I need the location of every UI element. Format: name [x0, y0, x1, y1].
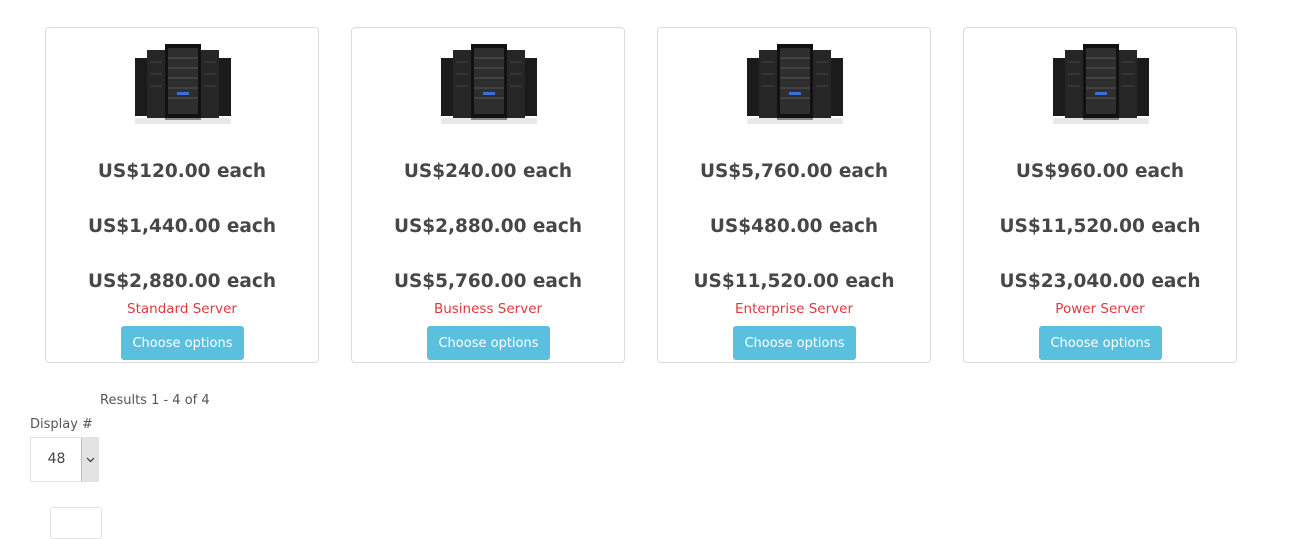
product-name-link[interactable]: Power Server [964, 301, 1236, 317]
product-name-link[interactable]: Enterprise Server [658, 301, 930, 317]
choose-options-button[interactable]: Choose options [733, 326, 856, 360]
product-name-link[interactable]: Standard Server [46, 301, 318, 317]
price-tier-1: US$240.00 each [403, 161, 573, 182]
product-card: US$120.00 each US$1,440.00 each US$2,880… [45, 27, 319, 363]
server-rack-icon[interactable] [439, 42, 539, 126]
product-name-link[interactable]: Business Server [352, 301, 624, 317]
choose-options-button[interactable]: Choose options [121, 326, 244, 360]
display-count-label: Display # [30, 417, 93, 432]
price-tier-2: US$2,880.00 each [393, 216, 583, 237]
display-count-value: 48 [47, 451, 66, 467]
price-tier-1: US$960.00 each [1015, 161, 1185, 182]
price-tier-3: US$2,880.00 each [87, 271, 277, 292]
price-tier-2: US$480.00 each [709, 216, 879, 237]
display-count-select[interactable]: 48 [30, 437, 99, 482]
results-count: Results 1 - 4 of 4 [100, 393, 210, 408]
pagination-box[interactable] [50, 507, 102, 539]
product-card: US$240.00 each US$2,880.00 each US$5,760… [351, 27, 625, 363]
choose-options-button[interactable]: Choose options [427, 326, 550, 360]
product-card: US$960.00 each US$11,520.00 each US$23,0… [963, 27, 1237, 363]
server-rack-icon[interactable] [1051, 42, 1151, 126]
product-card: US$5,760.00 each US$480.00 each US$11,52… [657, 27, 931, 363]
price-tier-1: US$5,760.00 each [699, 161, 889, 182]
server-rack-icon[interactable] [133, 42, 233, 126]
price-tier-2: US$11,520.00 each [999, 216, 1201, 237]
choose-options-button[interactable]: Choose options [1039, 326, 1162, 360]
price-tier-1: US$120.00 each [97, 161, 267, 182]
server-rack-icon[interactable] [745, 42, 845, 126]
price-tier-3: US$23,040.00 each [999, 271, 1201, 292]
chevron-down-icon[interactable] [81, 438, 98, 481]
price-tier-2: US$1,440.00 each [87, 216, 277, 237]
price-tier-3: US$11,520.00 each [693, 271, 895, 292]
price-tier-3: US$5,760.00 each [393, 271, 583, 292]
